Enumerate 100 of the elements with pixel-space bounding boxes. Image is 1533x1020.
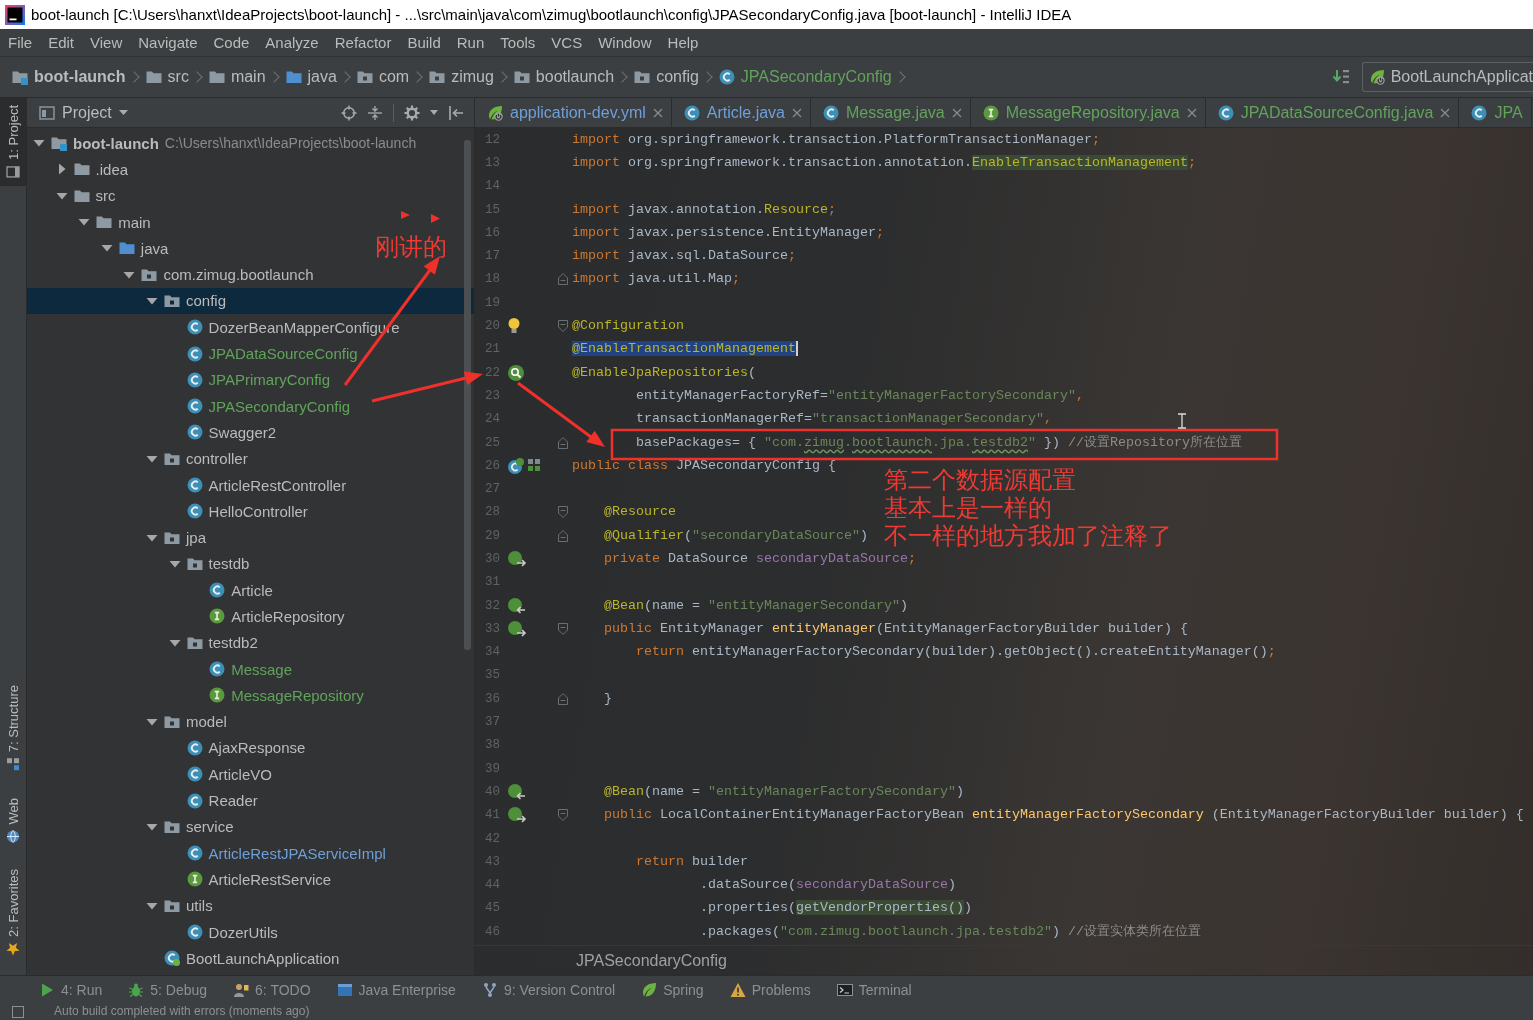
tree-item[interactable]: ArticleRepository [27, 603, 345, 630]
collapse-icon[interactable] [367, 104, 383, 121]
editor-tab[interactable]: Article.java [671, 98, 811, 127]
tree-item[interactable]: testdb2 [27, 629, 258, 656]
bean-arrow-icon[interactable] [507, 806, 527, 825]
arrow-down-icon[interactable] [1331, 68, 1350, 86]
tree-item[interactable]: Reader [27, 787, 258, 814]
breadcrumb-item[interactable]: java [285, 68, 357, 86]
menu-item[interactable]: Window [590, 30, 660, 55]
fold-marker-icon[interactable] [557, 319, 569, 333]
run-configuration-dropdown[interactable]: BootLaunchApplicat [1361, 62, 1533, 92]
tree-item[interactable]: main [27, 208, 151, 236]
bean-arrow-icon[interactable] [507, 550, 527, 568]
fold-marker-icon[interactable] [557, 528, 569, 543]
close-icon[interactable] [652, 107, 663, 118]
menu-item[interactable]: VCS [543, 30, 591, 55]
editor-breadcrumb[interactable]: JPASecondaryConfig [576, 951, 727, 970]
tree-item[interactable]: BootLaunchApplication [27, 945, 340, 972]
menu-item[interactable]: Refactor [326, 30, 400, 55]
bean-arrow-icon[interactable] [507, 596, 527, 615]
lightbulb-icon[interactable] [507, 317, 521, 335]
tree-item[interactable]: Swagger2 [27, 419, 277, 446]
tool-window-button[interactable]: 4: Run [39, 981, 103, 998]
bean-search-icon[interactable] [507, 363, 525, 382]
close-icon[interactable] [792, 107, 802, 118]
tree-item[interactable]: jpa [27, 524, 207, 551]
tree-item[interactable]: ArticleRestService [27, 866, 332, 893]
fold-marker-icon[interactable] [557, 621, 569, 636]
tool-window-button[interactable]: 5: Debug [128, 981, 208, 998]
breadcrumb-item[interactable]: JPASecondaryConfig [718, 68, 912, 86]
tree-item[interactable]: com.zimug.bootlaunch [27, 261, 314, 288]
editor-tab[interactable]: MessageRepository.java [970, 98, 1206, 127]
tool-window-tab[interactable]: 1: Project [0, 98, 26, 186]
tree-item[interactable]: utils [27, 892, 213, 919]
tree-item[interactable]: controller [27, 445, 248, 472]
tree-item[interactable]: Article [27, 577, 273, 604]
tree-item[interactable]: java [27, 235, 169, 262]
tool-window-button[interactable]: 6: TODO [233, 981, 311, 998]
view-selector[interactable]: Project [39, 103, 128, 122]
frame-icon[interactable] [12, 1005, 24, 1018]
menu-item[interactable]: Build [399, 30, 449, 55]
tree-item[interactable]: AjaxResponse [27, 734, 306, 762]
tree-item[interactable]: DozerUtils [27, 918, 278, 946]
breadcrumb-item[interactable]: com [356, 68, 430, 86]
tree-item[interactable]: JPASecondaryConfig [27, 392, 351, 420]
menu-item[interactable]: Run [448, 30, 493, 55]
tool-window-tab[interactable]: 2: Favorites [0, 862, 26, 963]
menu-item[interactable]: Analyze [257, 30, 327, 55]
breadcrumb-item[interactable]: zimug [429, 68, 514, 86]
tree-item[interactable]: testdb [27, 550, 250, 578]
fold-marker-icon[interactable] [557, 691, 569, 706]
scrollbar-thumb[interactable] [464, 140, 471, 650]
tool-window-button[interactable]: Spring [641, 981, 704, 998]
breadcrumb-item[interactable]: config [634, 68, 719, 86]
tree-item[interactable]: config [27, 287, 474, 315]
editor-tab[interactable]: JPADataSourceConfig.java [1205, 98, 1460, 127]
menu-item[interactable]: View [82, 30, 131, 55]
close-icon[interactable] [1440, 107, 1451, 118]
tree-item[interactable]: src [27, 182, 116, 209]
tool-window-button[interactable]: Problems [729, 981, 811, 998]
close-icon[interactable] [1186, 107, 1197, 118]
bean-arrow-icon[interactable] [507, 782, 527, 801]
tool-window-tab[interactable]: Web [0, 790, 26, 851]
tool-window-button[interactable]: 9: Version Control [481, 981, 616, 998]
tree-item[interactable]: ArticleRestController [27, 471, 347, 499]
tree-item[interactable]: ArticleVO [27, 761, 272, 788]
tool-window-button[interactable]: Terminal [836, 981, 912, 998]
hide-panel-icon[interactable] [448, 104, 464, 121]
menu-item[interactable]: Navigate [130, 30, 206, 55]
tree-item[interactable]: Message [27, 655, 293, 683]
tool-window-tab[interactable]: 7: Structure [0, 678, 26, 779]
caret-down-icon[interactable] [430, 110, 438, 115]
settings-icon[interactable] [404, 104, 420, 121]
editor-tab[interactable]: application-dev.yml [475, 98, 672, 127]
tree-item[interactable]: ArticleRestJPAServiceImpl [27, 840, 386, 867]
menu-item[interactable]: File [0, 30, 41, 55]
editor-tab[interactable]: Message.java [811, 98, 971, 127]
tree-item[interactable]: boot-launch C:\Users\hanxt\IdeaProjects\boot-launch [27, 130, 417, 157]
breadcrumb-item[interactable]: src [145, 68, 209, 86]
menu-item[interactable]: Tools [492, 30, 544, 55]
crosshair-icon[interactable] [341, 104, 357, 121]
tree-item[interactable]: JPAPrimaryConfig [27, 366, 330, 393]
tree-item[interactable]: MessageRepository [27, 682, 364, 709]
tree-item[interactable]: model [27, 708, 227, 735]
tree-item[interactable]: .idea [27, 156, 129, 183]
menu-item[interactable]: Code [205, 30, 258, 55]
fold-marker-icon[interactable] [557, 435, 569, 450]
close-icon[interactable] [951, 107, 962, 118]
breadcrumb-item[interactable]: boot-launch [12, 68, 146, 86]
breadcrumb-item[interactable]: bootlaunch [513, 68, 635, 86]
tree-item[interactable]: service [27, 813, 234, 840]
bean-arrow-icon[interactable] [507, 619, 527, 638]
menu-item[interactable]: Help [659, 30, 707, 55]
fold-marker-icon[interactable] [557, 808, 569, 823]
tree-item[interactable]: HelloController [27, 498, 308, 525]
tool-window-button[interactable]: Java Enterprise [336, 981, 456, 998]
editor-tab[interactable]: JPA [1459, 98, 1532, 127]
menu-item[interactable]: Edit [40, 30, 83, 55]
tree-item[interactable]: JPADataSourceConfig [27, 340, 358, 367]
fold-marker-icon[interactable] [557, 505, 569, 520]
